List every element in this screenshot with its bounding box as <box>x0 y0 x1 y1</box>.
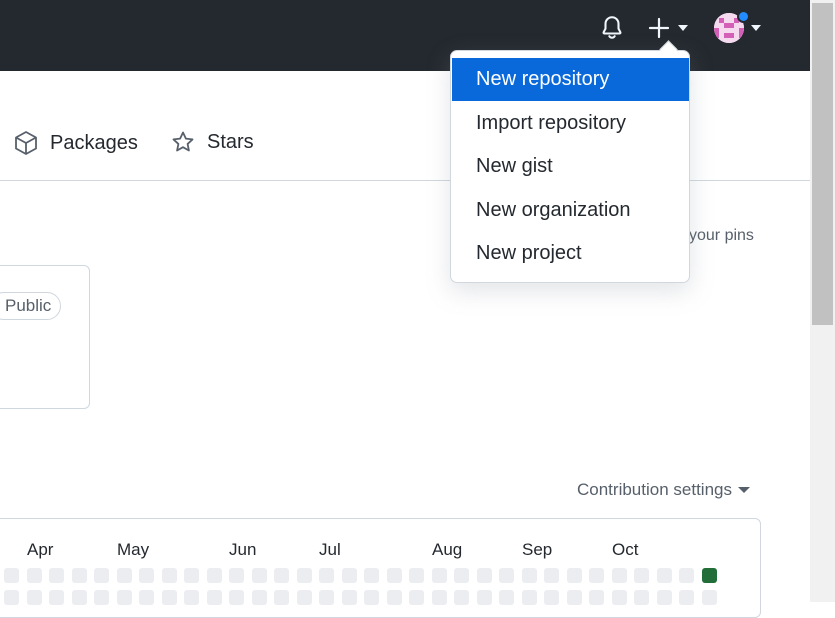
contribution-cell <box>4 590 19 605</box>
contribution-cell <box>274 590 289 605</box>
contribution-cell <box>657 590 672 605</box>
contribution-cell <box>252 590 267 605</box>
contribution-cell <box>139 568 154 583</box>
contribution-cell <box>477 590 492 605</box>
contribution-cell <box>319 590 334 605</box>
contribution-cell <box>409 590 424 605</box>
contribution-cell <box>184 568 199 583</box>
contribution-cell <box>342 590 357 605</box>
contribution-cell <box>544 568 559 583</box>
contribution-cell <box>634 590 649 605</box>
pinned-repo-card[interactable] <box>0 265 90 409</box>
tab-packages[interactable]: Packages <box>14 130 138 156</box>
contribution-cell <box>679 590 694 605</box>
avatar-dropdown-caret-icon[interactable] <box>751 25 761 31</box>
star-icon <box>172 131 194 152</box>
menu-item-new-project[interactable]: New project <box>452 232 689 275</box>
contribution-cell <box>162 590 177 605</box>
month-label: Apr <box>27 540 54 559</box>
contribution-cell <box>27 590 42 605</box>
contribution-cell <box>342 568 357 583</box>
tab-packages-label: Packages <box>50 131 138 154</box>
contribution-cell <box>589 590 604 605</box>
create-dropdown-caret-icon[interactable] <box>678 25 688 31</box>
contribution-cell <box>364 590 379 605</box>
contribution-cell <box>612 568 627 583</box>
contribution-cell <box>94 568 109 583</box>
contribution-cell <box>274 568 289 583</box>
month-label: Aug <box>432 540 463 559</box>
customize-pins-link[interactable]: your pins <box>689 227 754 245</box>
contribution-cell <box>319 568 334 583</box>
contribution-cell <box>409 568 424 583</box>
contribution-settings-button[interactable]: Contribution settings <box>577 480 750 500</box>
menu-item-import-repository[interactable]: Import repository <box>452 102 689 145</box>
contribution-cell <box>72 590 87 605</box>
menu-item-new-gist[interactable]: New gist <box>452 145 689 188</box>
contribution-cell <box>297 568 312 583</box>
package-icon <box>15 131 37 155</box>
menu-item-new-organization[interactable]: New organization <box>452 189 689 232</box>
menu-item-new-repository[interactable]: New repository <box>452 58 689 101</box>
contribution-cell <box>499 568 514 583</box>
contribution-cell <box>4 568 19 583</box>
contribution-cell <box>702 590 717 605</box>
visibility-badge: Public <box>0 292 62 320</box>
contribution-cell <box>229 568 244 583</box>
plus-icon[interactable] <box>648 17 670 39</box>
contribution-cell <box>657 568 672 583</box>
contribution-cell <box>117 568 132 583</box>
bell-icon[interactable] <box>599 14 625 40</box>
scrollbar-thumb[interactable] <box>812 3 833 325</box>
contribution-cell <box>297 590 312 605</box>
contribution-cell <box>139 590 154 605</box>
contribution-cell <box>499 590 514 605</box>
contribution-settings-label: Contribution settings <box>577 480 732 499</box>
tab-stars-label: Stars <box>207 130 254 153</box>
month-label: Jul <box>319 540 341 559</box>
month-label: Jun <box>229 540 257 559</box>
contribution-cell <box>207 590 222 605</box>
month-label: May <box>117 540 150 559</box>
month-label: Sep <box>522 540 553 559</box>
contribution-cell <box>229 590 244 605</box>
contribution-cell <box>679 568 694 583</box>
contribution-cell <box>207 568 222 583</box>
contribution-cell <box>567 590 582 605</box>
contribution-cell-active <box>702 568 717 583</box>
contribution-cell <box>454 590 469 605</box>
contribution-cell <box>162 568 177 583</box>
contribution-cell <box>49 568 64 583</box>
tab-stars[interactable]: Stars <box>171 130 254 154</box>
contribution-cell <box>522 568 537 583</box>
contribution-cell <box>567 568 582 583</box>
contribution-cell <box>94 590 109 605</box>
notification-dot <box>737 10 750 23</box>
contribution-cell <box>454 568 469 583</box>
contribution-cell <box>252 568 267 583</box>
month-label: Oct <box>612 540 639 559</box>
contribution-cell <box>72 568 87 583</box>
contribution-cell <box>589 568 604 583</box>
contribution-cell <box>432 590 447 605</box>
contribution-cell <box>522 590 537 605</box>
contribution-cell <box>49 590 64 605</box>
contribution-cell <box>387 568 402 583</box>
contribution-cell <box>544 590 559 605</box>
contribution-cell <box>387 590 402 605</box>
contribution-cell <box>612 590 627 605</box>
contribution-cell <box>432 568 447 583</box>
contribution-cell <box>27 568 42 583</box>
contribution-cell <box>634 568 649 583</box>
contribution-cell <box>477 568 492 583</box>
contribution-cell <box>364 568 379 583</box>
contribution-cell <box>117 590 132 605</box>
chevron-down-icon <box>737 487 750 493</box>
contribution-cell <box>184 590 199 605</box>
